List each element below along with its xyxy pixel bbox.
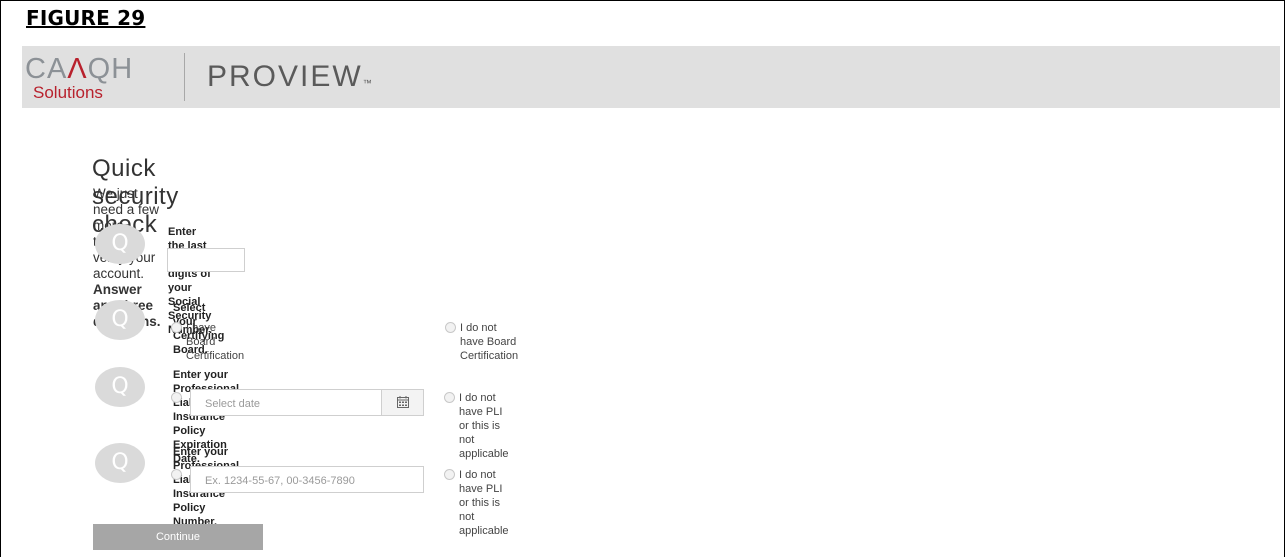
pli-date-placeholder: Select date: [205, 398, 261, 410]
figure-label: FIGURE 29: [26, 6, 146, 30]
app-header: CAΛQH Solutions PROVIEW™: [22, 46, 1280, 108]
pli-date-radio[interactable]: [171, 392, 182, 403]
board-cert-no-label[interactable]: I do not have Board Certification: [460, 321, 518, 363]
pli-date-input[interactable]: Select date: [190, 389, 424, 416]
board-cert-yes-radio[interactable]: [171, 322, 182, 333]
board-cert-no-radio[interactable]: [445, 322, 456, 333]
pli-number-radio[interactable]: [171, 469, 182, 480]
question-icon: Q: [95, 300, 145, 340]
board-cert-yes-label[interactable]: I have Board Certification: [186, 321, 244, 363]
logo-wordmark-post: QH: [87, 53, 134, 85]
product-name-text: PROVIEW: [207, 60, 363, 93]
pli-number-na-radio[interactable]: [444, 469, 455, 480]
product-name: PROVIEW™: [207, 60, 372, 100]
logo-wordmark: CAΛQH: [25, 54, 133, 84]
header-divider: [184, 53, 185, 101]
pli-date-na-radio[interactable]: [444, 392, 455, 403]
pli-date-na-label[interactable]: I do not have PLI or this is not applica…: [459, 391, 509, 461]
pli-number-input[interactable]: Ex. 1234-55-67, 00-3456-7890: [190, 466, 424, 493]
logo-subtitle: Solutions: [33, 83, 103, 102]
question-icon: Q: [95, 224, 145, 264]
calendar-icon: [396, 396, 409, 408]
continue-button[interactable]: Continue: [93, 524, 263, 550]
logo-wordmark-accent: Λ: [67, 53, 88, 85]
pli-number-placeholder: Ex. 1234-55-67, 00-3456-7890: [205, 475, 355, 487]
trademark-symbol: ™: [362, 78, 372, 88]
question-icon: Q: [95, 367, 145, 407]
caqh-logo[interactable]: CAΛQH Solutions: [25, 52, 175, 104]
pli-number-na-label[interactable]: I do not have PLI or this is not applica…: [459, 468, 509, 538]
calendar-button[interactable]: [381, 390, 423, 415]
question-icon: Q: [95, 443, 145, 483]
logo-wordmark-pre: CA: [25, 53, 68, 85]
ssn-last-four-input[interactable]: [167, 248, 245, 272]
